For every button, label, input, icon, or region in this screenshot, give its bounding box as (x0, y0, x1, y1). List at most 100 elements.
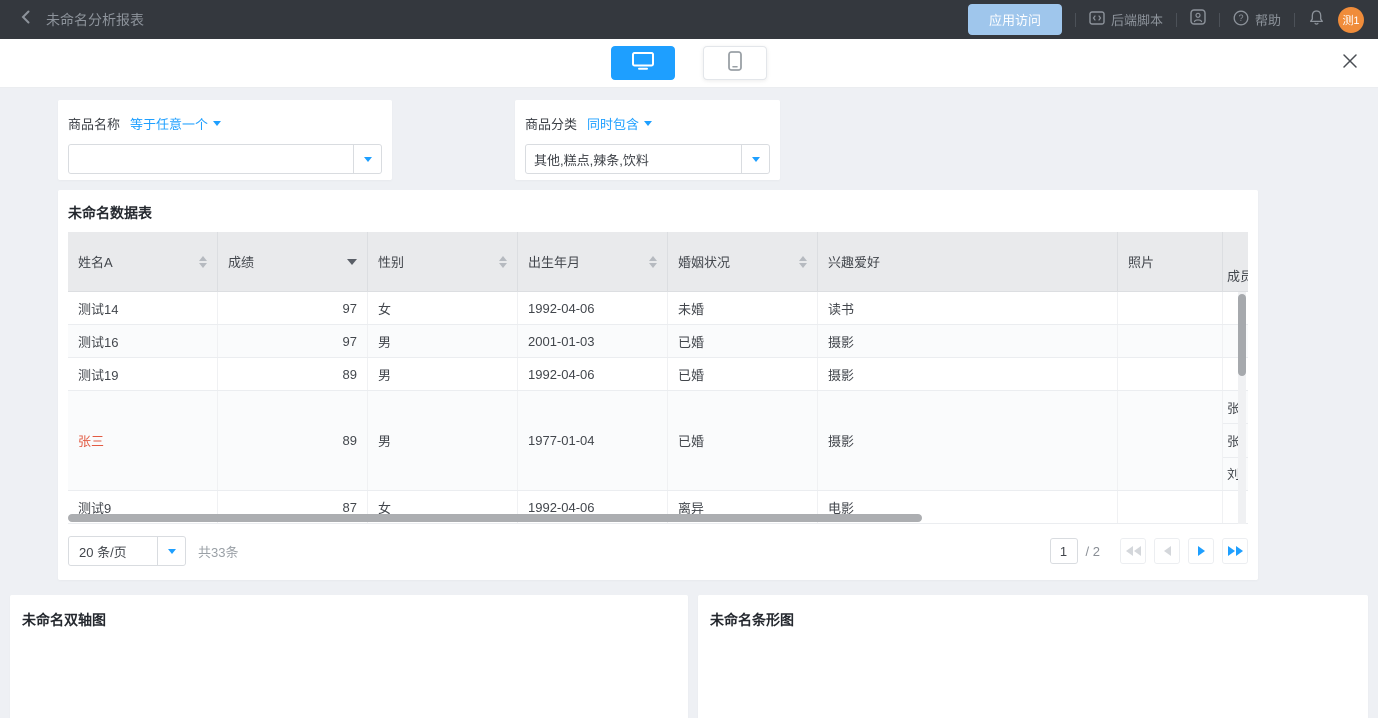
cell-photo (1118, 292, 1223, 324)
sort-icon[interactable] (649, 256, 657, 268)
svg-text:?: ? (1238, 13, 1243, 23)
column-header-name[interactable]: 姓名A (68, 232, 218, 291)
cell-name-link[interactable]: 张三 (68, 391, 218, 490)
chevron-down-icon (752, 157, 760, 162)
last-page-button[interactable] (1222, 538, 1248, 564)
notification-button[interactable] (1308, 9, 1325, 31)
operator-label: 同时包含 (587, 114, 639, 133)
column-header-birth[interactable]: 出生年月 (518, 232, 668, 291)
column-label: 性别 (378, 252, 404, 271)
filter-label: 商品名称 (68, 114, 120, 133)
cell-score: 89 (218, 358, 368, 390)
cell-score: 97 (218, 325, 368, 357)
double-chevron-right-icon (1236, 546, 1243, 556)
column-header-photo[interactable]: 照片 (1118, 232, 1223, 291)
prev-page-button[interactable] (1154, 538, 1180, 564)
cell-hobby: 读书 (818, 292, 1118, 324)
filter-value-input[interactable] (68, 144, 382, 174)
horizontal-scrollbar[interactable] (68, 514, 922, 522)
cell-hobby: 摄影 (818, 391, 1118, 490)
filter-operator-dropdown[interactable]: 同时包含 (587, 114, 652, 133)
user-square-icon (1190, 9, 1206, 30)
sort-icon[interactable] (199, 256, 207, 268)
cell-marital: 已婚 (668, 325, 818, 357)
cell-score: 97 (218, 292, 368, 324)
chevron-down-icon (213, 121, 221, 126)
page-size-value: 20 条/页 (69, 537, 157, 565)
divider (1075, 13, 1076, 27)
next-page-button[interactable] (1188, 538, 1214, 564)
dropdown-toggle[interactable] (353, 145, 381, 173)
cell-birth: 2001-01-03 (518, 325, 668, 357)
table-row: 测试16 97 男 2001-01-03 已婚 摄影 (68, 325, 1248, 358)
pagination-controls: 1 / 2 (1050, 538, 1248, 564)
filter-label: 商品分类 (525, 114, 577, 133)
table-row: 测试19 89 男 1992-04-06 已婚 摄影 (68, 358, 1248, 391)
user-avatar[interactable]: 测1 (1338, 7, 1364, 33)
page-number-input[interactable]: 1 (1050, 538, 1078, 564)
chevron-down-icon (364, 157, 372, 162)
backend-script-button[interactable]: 后端脚本 (1089, 10, 1163, 29)
column-header-hobby[interactable]: 兴趣爱好 (818, 232, 1118, 291)
phone-icon (728, 51, 742, 76)
chevron-right-icon (1198, 546, 1205, 556)
page-size-select[interactable]: 20 条/页 (68, 536, 186, 566)
column-label: 成绩 (228, 252, 254, 271)
user-square-button[interactable] (1190, 9, 1206, 30)
column-label: 兴趣爱好 (828, 252, 880, 271)
cell-gender: 女 (368, 292, 518, 324)
table-header-row: 姓名A 成绩 性别 出生年月 婚姻状况 兴趣爱好 (68, 232, 1248, 292)
chart-title: 未命名条形图 (698, 595, 1368, 645)
double-chevron-left-icon (1134, 546, 1141, 556)
column-label: 照片 (1128, 252, 1154, 271)
dropdown-toggle[interactable] (741, 145, 769, 173)
filter-operator-dropdown[interactable]: 等于任意一个 (130, 114, 221, 133)
back-button[interactable] (14, 8, 38, 32)
column-header-gender[interactable]: 性别 (368, 232, 518, 291)
cell-birth: 1992-04-06 (518, 292, 668, 324)
app-access-button[interactable]: 应用访问 (968, 4, 1062, 35)
bell-icon (1308, 9, 1325, 31)
column-header-marital[interactable]: 婚姻状况 (668, 232, 818, 291)
chevron-down-icon (168, 549, 176, 554)
sort-icon[interactable] (499, 256, 507, 268)
column-header-score[interactable]: 成绩 (218, 232, 368, 291)
preview-toolbar (0, 39, 1378, 88)
data-table: 姓名A 成绩 性别 出生年月 婚姻状况 兴趣爱好 (68, 232, 1248, 524)
close-icon (1341, 52, 1359, 75)
dropdown-toggle[interactable] (157, 537, 185, 565)
chevron-left-icon (1164, 546, 1171, 556)
cell-birth: 1977-01-04 (518, 391, 668, 490)
table-row: 张三 89 男 1977-01-04 已婚 摄影 张 张 刘 (68, 391, 1248, 491)
double-chevron-right-icon (1228, 546, 1235, 556)
cell-gender: 男 (368, 391, 518, 490)
dual-axis-chart-card: 未命名双轴图 (10, 595, 688, 718)
mobile-view-button[interactable] (703, 46, 767, 80)
vertical-scrollbar[interactable] (1238, 292, 1246, 524)
cell-photo (1118, 391, 1223, 490)
vertical-scrollbar-thumb[interactable] (1238, 294, 1246, 376)
desktop-view-button[interactable] (611, 46, 675, 80)
sort-desc-icon[interactable] (347, 259, 357, 265)
question-circle-icon: ? (1233, 10, 1249, 29)
device-toggle (611, 46, 767, 80)
code-box-icon (1089, 11, 1105, 28)
chart-title: 未命名双轴图 (10, 595, 688, 645)
cell-photo (1118, 325, 1223, 357)
sort-icon[interactable] (799, 256, 807, 268)
cell-hobby: 摄影 (818, 325, 1118, 357)
first-page-button[interactable] (1120, 538, 1146, 564)
close-button[interactable] (1338, 51, 1362, 75)
column-label: 出生年月 (528, 252, 580, 271)
cell-name: 测试19 (68, 358, 218, 390)
double-chevron-left-icon (1126, 546, 1133, 556)
divider (1219, 13, 1220, 27)
table-title: 未命名数据表 (68, 203, 152, 223)
filter-value-input[interactable]: 其他,糕点,辣条,饮料 (525, 144, 770, 174)
monitor-icon (632, 52, 654, 75)
topbar-actions: 应用访问 后端脚本 ? 帮助 测1 (968, 4, 1364, 35)
column-header-members[interactable]: 成员 (1223, 232, 1248, 291)
cell-marital: 已婚 (668, 391, 818, 490)
cell-gender: 男 (368, 358, 518, 390)
help-button[interactable]: ? 帮助 (1233, 10, 1281, 29)
